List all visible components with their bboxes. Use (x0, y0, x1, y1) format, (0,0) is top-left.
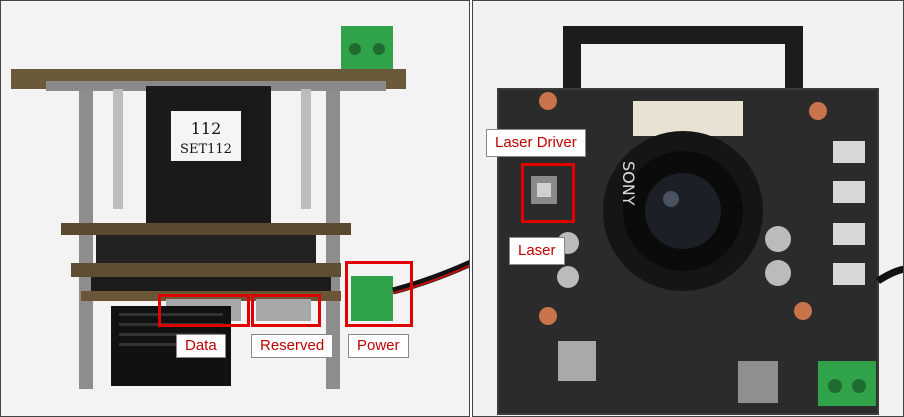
power-label: Power (348, 334, 409, 358)
sticker-line-2: SET112 (180, 142, 232, 157)
right-photo-panel: SONY Laser Driver Laser (472, 0, 904, 417)
standoff-left (79, 89, 93, 389)
sticker-line-1: 112 (191, 119, 222, 138)
inductor-right (738, 361, 778, 403)
power-highlight-box (345, 261, 413, 327)
reserved-highlight-box (251, 294, 321, 327)
middle-pcb-1 (61, 223, 351, 235)
middle-pcb-2 (71, 263, 341, 277)
left-photo-panel: 112 SET112 Data Reserved Power (0, 0, 470, 417)
ffc-connector (633, 101, 743, 136)
capacitor (765, 226, 791, 252)
inductor-left (558, 341, 596, 381)
bracket-top (563, 26, 803, 44)
sony-board-text: SONY (619, 161, 638, 206)
green-terminal-top (341, 26, 393, 71)
laser-label: Laser (509, 237, 565, 265)
green-terminal-bottom (818, 361, 876, 406)
reserved-label: Reserved (251, 334, 334, 358)
laser-driver-highlight-box (521, 163, 575, 223)
data-highlight-box (158, 294, 250, 327)
laser-driver-label: Laser Driver (486, 129, 586, 157)
data-label: Data (176, 334, 226, 358)
